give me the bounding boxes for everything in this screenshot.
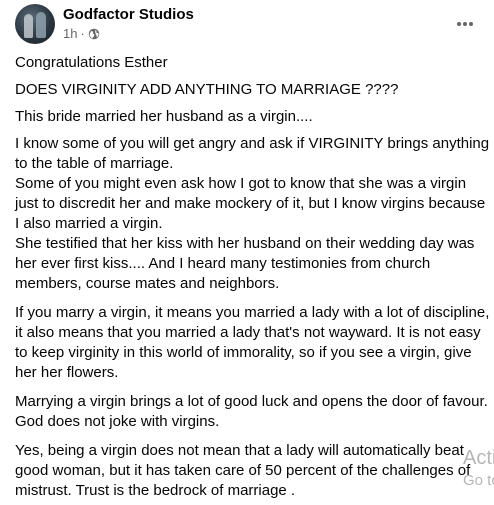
post-timestamp[interactable]: 1h [63, 26, 77, 41]
post-meta: 1h · [63, 26, 100, 41]
more-horizontal-icon [457, 22, 473, 26]
avatar-figure-right [36, 12, 46, 38]
post-paragraph: Congratulations Esther [15, 54, 168, 71]
facebook-post: Godfactor Studios 1h · Congratulations E… [0, 0, 494, 505]
post-body: Congratulations Esther DOES VIRGINITY AD… [15, 53, 491, 505]
more-options-button[interactable] [449, 8, 481, 40]
post-paragraph: This bride married her husband as a virg… [15, 108, 313, 125]
post-paragraph: If you marry a virgin, it means you marr… [15, 304, 490, 381]
post-paragraph: Marrying a virgin brings a lot of good l… [15, 393, 488, 430]
activate-windows-watermark: Acti [463, 447, 494, 469]
author-avatar[interactable] [15, 4, 55, 44]
author-name[interactable]: Godfactor Studios [63, 6, 194, 23]
post-header: Godfactor Studios 1h · [15, 2, 485, 46]
activate-windows-subtext: Go to [463, 472, 494, 489]
globe-icon[interactable] [88, 28, 100, 40]
post-paragraph: I know some of you will get angry and as… [15, 135, 490, 292]
avatar-figure-left [24, 14, 33, 38]
meta-separator: · [80, 26, 85, 41]
post-paragraph: Yes, being a virgin does not mean that a… [15, 442, 471, 499]
post-paragraph: DOES VIRGINITY ADD ANYTHING TO MARRIAGE … [15, 81, 399, 98]
